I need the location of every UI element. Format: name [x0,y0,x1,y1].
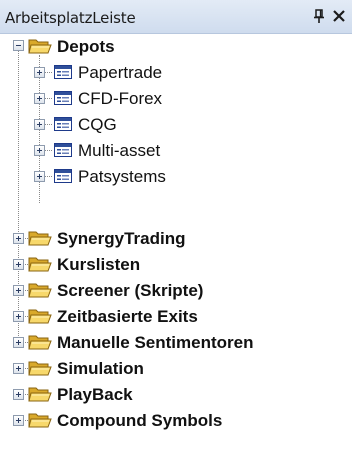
tree-node-label: Kurslisten [57,255,141,274]
folder-icon [28,281,52,299]
expand-toggle[interactable] [13,285,24,296]
collapse-toggle[interactable] [13,40,24,51]
tree-node-multi-asset[interactable]: Multi-asset [0,137,220,163]
tree-node-label: PlayBack [57,385,133,404]
panel-titlebar[interactable]: ArbeitsplatzLeiste [0,0,352,34]
tree-node-label: Zeitbasierte Exits [57,307,198,326]
folder-icon [28,229,52,247]
expand-toggle[interactable] [34,93,45,104]
panel-title: ArbeitsplatzLeiste [5,9,136,27]
tree-node-zeitbasierte-exits[interactable]: Zeitbasierte Exits [0,303,300,329]
expand-toggle[interactable] [13,311,24,322]
folder-icon [28,255,52,273]
tree-node-screener[interactable]: Screener (Skripte) [0,277,300,303]
tree-node-cfd-forex[interactable]: CFD-Forex [0,85,220,111]
tree-node-label: CQG [78,115,117,134]
expand-toggle[interactable] [13,363,24,374]
tree-node-depots[interactable]: Depots [0,33,200,59]
folder-icon [28,359,52,377]
expand-toggle[interactable] [13,233,24,244]
tree-node-label: Manuelle Sentimentoren [57,333,254,352]
expand-toggle[interactable] [13,389,24,400]
tree-node-label: SynergyTrading [57,229,186,248]
workspace-tree: Depots Papertrade CFD-Forex CQG Multi-as… [0,33,352,456]
expand-toggle[interactable] [13,415,24,426]
expand-toggle[interactable] [13,337,24,348]
folder-open-icon [28,37,52,55]
tree-node-simulation[interactable]: Simulation [0,355,300,381]
tree-node-label: CFD-Forex [78,89,163,108]
folder-icon [28,385,52,403]
tree-node-manuelle-sentimentoren[interactable]: Manuelle Sentimentoren [0,329,340,355]
depot-icon [54,91,72,105]
tree-node-kurslisten[interactable]: Kurslisten [0,251,300,277]
tree-node-label: Multi-asset [78,141,161,160]
tree-node-patsystems[interactable]: Patsystems [0,163,220,189]
depot-icon [54,169,72,183]
tree-node-label: Depots [57,37,115,56]
expand-toggle[interactable] [34,67,45,78]
tree-node-label: Screener (Skripte) [57,281,204,300]
expand-toggle[interactable] [13,259,24,270]
tree-node-cqg[interactable]: CQG [0,111,220,137]
tree-node-synergytrading[interactable]: SynergyTrading [0,225,300,251]
folder-icon [28,411,52,429]
folder-icon [28,307,52,325]
expand-toggle[interactable] [34,145,45,156]
tree-node-label: Compound Symbols [57,411,223,430]
depot-icon [54,143,72,157]
depot-icon [54,65,72,79]
tree-node-label: Patsystems [78,167,166,186]
tree-node-label: Papertrade [78,63,163,82]
close-icon[interactable] [332,8,346,24]
expand-toggle[interactable] [34,171,45,182]
tree-node-label: Simulation [57,359,144,378]
arbeitsplatz-panel: ArbeitsplatzLeiste Depots Papertrade CFD… [0,0,352,456]
depot-icon [54,117,72,131]
tree-node-compound-symbols[interactable]: Compound Symbols [0,407,320,433]
tree-node-papertrade[interactable]: Papertrade [0,59,220,85]
expand-toggle[interactable] [34,119,45,130]
tree-node-playback[interactable]: PlayBack [0,381,300,407]
folder-icon [28,333,52,351]
pin-icon[interactable] [312,8,326,24]
